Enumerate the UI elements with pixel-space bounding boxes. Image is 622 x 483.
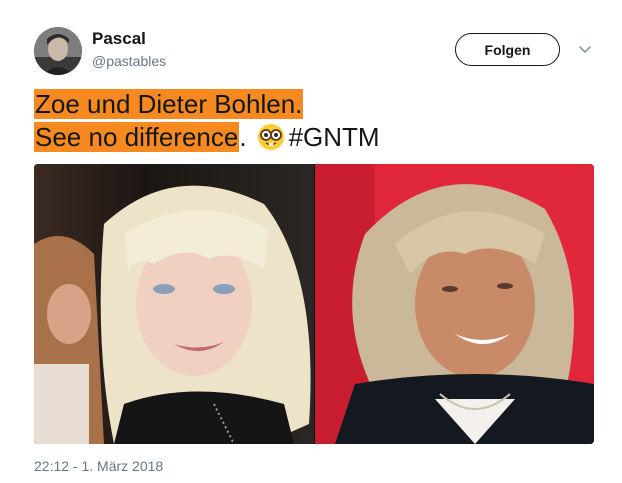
user-name[interactable]: Pascal xyxy=(92,29,146,49)
avatar[interactable] xyxy=(34,27,82,75)
highlighted-text-line2: See no difference xyxy=(34,122,240,152)
follow-button[interactable]: Folgen xyxy=(455,33,560,66)
tweet-timestamp[interactable]: 22:12 - 1. März 2018 xyxy=(34,458,163,474)
tweet-text: Zoe und Dieter Bohlen. See no difference… xyxy=(34,88,594,154)
hashtag-link[interactable]: #GNTM xyxy=(289,122,380,152)
highlighted-text-line1: Zoe und Dieter Bohlen. xyxy=(34,89,304,119)
tweet-media[interactable] xyxy=(34,164,594,444)
nerd-face-emoji xyxy=(257,124,284,150)
period: . xyxy=(239,122,247,152)
user-handle[interactable]: @pastables xyxy=(92,53,166,69)
photo-zoe[interactable] xyxy=(34,164,314,444)
chevron-down-icon[interactable] xyxy=(578,42,592,56)
photo-dieter[interactable] xyxy=(315,164,594,444)
